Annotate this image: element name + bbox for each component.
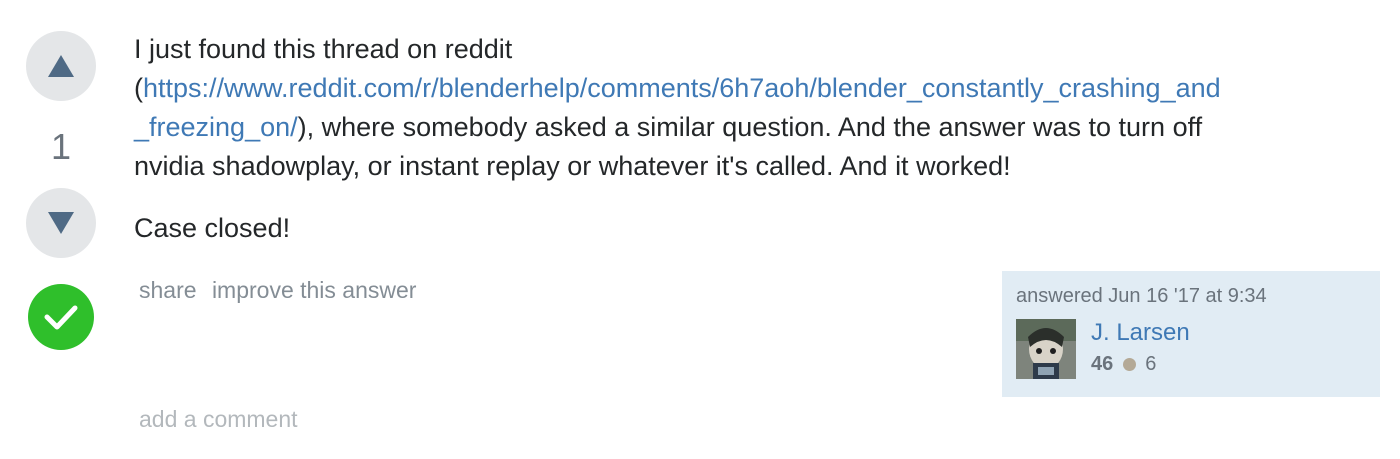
add-comment-link[interactable]: add a comment: [139, 406, 298, 433]
post-paragraph: I just found this thread on reddit (https…: [134, 30, 1234, 186]
bronze-badge-icon: [1123, 358, 1137, 371]
downvote-button[interactable]: [26, 188, 96, 258]
post-paragraph-closing: Case closed!: [134, 213, 291, 243]
post-menu: share improve this answer: [139, 277, 425, 304]
answered-timestamp: answered Jun 16 '17 at 9:34: [1016, 285, 1267, 307]
post-body: I just found this thread on reddit (https…: [134, 30, 1234, 248]
user-details: J. Larsen 46 6: [1091, 319, 1190, 379]
answer-post: 1 I just found this thread on reddit (htt…: [0, 0, 1400, 459]
triangle-up-icon: [48, 55, 74, 77]
user-name-link[interactable]: J. Larsen: [1091, 319, 1190, 346]
reputation-score: 46: [1091, 353, 1114, 375]
user-card: answered Jun 16 '17 at 9:34 J. Larsen 46: [1002, 271, 1380, 397]
user-info: J. Larsen 46 6: [1016, 319, 1366, 379]
bronze-badge-count: 6: [1145, 353, 1157, 375]
improve-answer-link[interactable]: improve this answer: [212, 277, 417, 303]
post-text: I just found this thread on reddit: [134, 34, 513, 64]
checkmark-icon: [44, 305, 78, 330]
user-reputation: 46 6: [1091, 353, 1190, 376]
avatar-image: [1016, 319, 1076, 379]
avatar[interactable]: [1016, 319, 1076, 379]
vote-count: 1: [50, 126, 72, 167]
triangle-down-icon: [48, 212, 74, 234]
upvote-button[interactable]: [26, 31, 96, 101]
share-link[interactable]: share: [139, 277, 197, 303]
paren-open: (: [134, 73, 143, 103]
accepted-answer-badge: [28, 284, 94, 350]
